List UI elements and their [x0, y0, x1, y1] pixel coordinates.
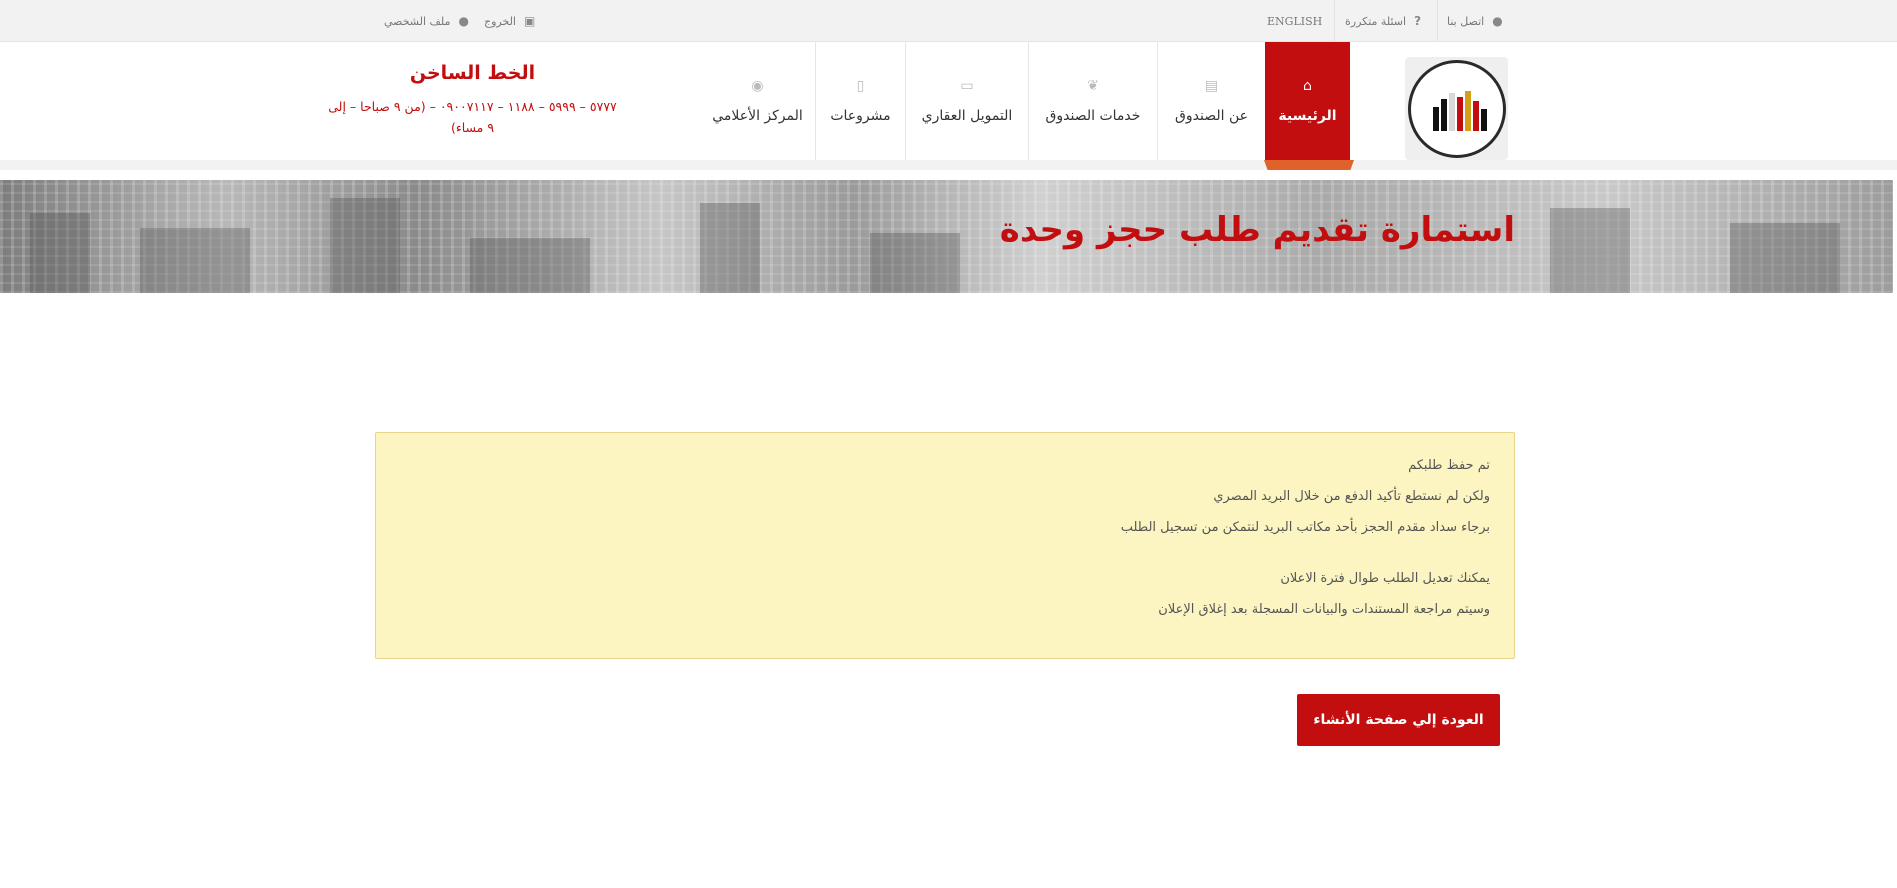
building-icon: ▯	[856, 78, 865, 94]
nav-mortgage-finance[interactable]: ▭ التمويل العقاري	[905, 42, 1028, 160]
nav-about-fund[interactable]: ▤ عن الصندوق	[1157, 42, 1265, 160]
eye-icon: ◉	[751, 78, 764, 94]
archive-icon: ▤	[1204, 78, 1219, 94]
user-icon: ●	[458, 14, 469, 28]
alert-line-payment-unconfirmed: ولكن لم نستطع تأكيد الدفع من خلال البريد…	[1213, 489, 1490, 504]
nav-fund-services[interactable]: ❦ خدمات الصندوق	[1028, 42, 1157, 160]
logout-label: الخروج	[484, 14, 516, 28]
nav-mortgage-finance-label: التمويل العقاري	[921, 108, 1013, 124]
nav-home[interactable]: ⌂ الرئيسية	[1265, 42, 1350, 160]
alert-line-edit-allowed: يمكنك تعديل الطلب طوال فترة الاعلان	[1280, 571, 1490, 586]
nav-projects-label: مشروعات	[830, 108, 891, 124]
hotline-block: الخط الساخن ٥٧٧٧ – ٥٩٩٩ – ١١٨٨ – ٠٩٠٠٧١١…	[325, 62, 620, 138]
faq-label: اسئلة متكررة	[1345, 14, 1407, 28]
english-language-link[interactable]: ENGLISH	[1267, 0, 1322, 42]
divider	[1334, 0, 1335, 42]
nav-about-fund-label: عن الصندوق	[1175, 108, 1248, 124]
nav-home-label: الرئيسية	[1278, 108, 1337, 124]
faq-link[interactable]: اسئلة متكررة ?	[1345, 0, 1421, 42]
nav-projects[interactable]: ▯ مشروعات	[815, 42, 905, 160]
nav-media-center[interactable]: ◉ المركز الأعلامي	[700, 42, 815, 160]
active-tab-indicator	[1264, 160, 1354, 170]
lock-icon: ▣	[524, 14, 536, 28]
user-icon: ●	[1492, 14, 1503, 28]
home-icon: ⌂	[1303, 78, 1312, 94]
alert-line-saved: تم حفظ طلبكم	[1408, 458, 1490, 473]
back-to-create-button[interactable]: العودة إلي صفحة الأنشاء	[1297, 694, 1500, 746]
logo-seal	[1407, 59, 1506, 158]
profile-label: ملف الشخصي	[384, 14, 451, 28]
money-icon: ▭	[960, 78, 974, 94]
question-icon: ?	[1414, 14, 1422, 28]
hotline-numbers: ٥٧٧٧ – ٥٩٩٩ – ١١٨٨ – ٠٩٠٠٧١١٧ – (من ٩ صب…	[328, 99, 617, 135]
nav-media-center-label: المركز الأعلامي	[712, 108, 803, 124]
english-label: ENGLISH	[1267, 14, 1323, 28]
alert-line-review-notice: وسيتم مراجعة المستندات والبيانات المسجلة…	[1158, 602, 1490, 617]
divider	[1437, 0, 1438, 42]
contact-us-link[interactable]: اتصل بنا ●	[1447, 0, 1503, 42]
nav-fund-services-label: خدمات الصندوق	[1045, 108, 1141, 124]
header-bottom-strip	[0, 160, 1897, 170]
page-title: استمارة تقديم طلب حجز وحدة	[999, 210, 1515, 250]
page-banner	[0, 180, 1893, 293]
status-alert: تم حفظ طلبكم ولكن لم نستطع تأكيد الدفع م…	[375, 432, 1515, 659]
contact-us-label: اتصل بنا	[1447, 14, 1485, 28]
hotline-title: الخط الساخن	[409, 62, 536, 84]
fund-logo[interactable]	[1405, 57, 1508, 160]
logout-link[interactable]: الخروج ▣	[484, 0, 535, 42]
logo-buildings-graphic	[1432, 90, 1487, 131]
profile-link[interactable]: ملف الشخصي ●	[384, 0, 469, 42]
leaf-icon: ❦	[1087, 78, 1099, 94]
top-utility-bar: اتصل بنا ● اسئلة متكررة ? ENGLISH الخروج…	[0, 0, 1897, 42]
alert-line-pay-at-post: برجاء سداد مقدم الحجز بأحد مكاتب البريد …	[1120, 520, 1490, 535]
